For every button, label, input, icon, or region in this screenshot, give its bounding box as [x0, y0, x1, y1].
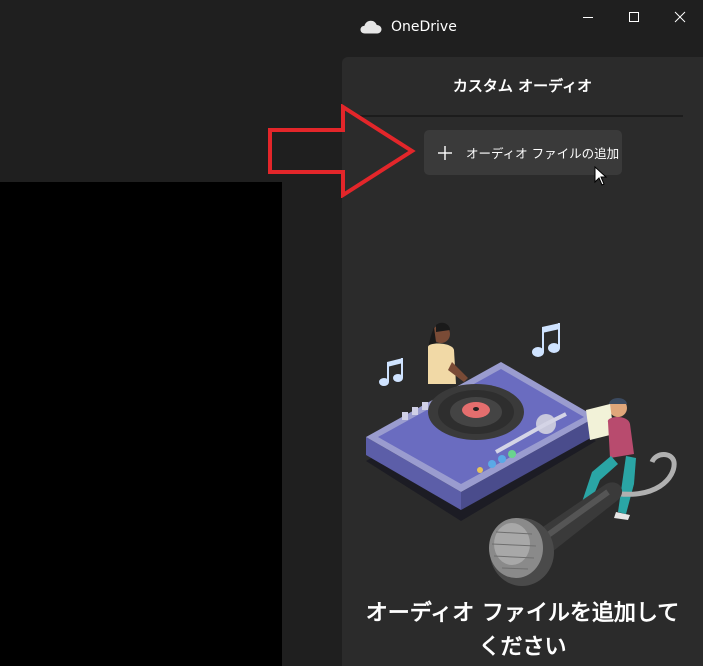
mouse-pointer-icon	[594, 166, 608, 186]
panel-title: カスタム オーディオ	[452, 77, 593, 95]
annotation-arrow-icon	[265, 104, 417, 198]
close-button[interactable]	[657, 0, 703, 34]
add-audio-file-button[interactable]: オーディオ ファイルの追加	[424, 130, 622, 175]
minimize-button[interactable]	[565, 0, 611, 34]
empty-state-illustration	[356, 312, 686, 592]
minimize-icon	[582, 11, 594, 23]
plus-icon	[437, 145, 453, 161]
maximize-icon	[628, 11, 640, 23]
close-icon	[674, 11, 686, 23]
video-preview	[0, 182, 282, 666]
window-controls	[565, 0, 703, 34]
title-bar: OneDrive	[360, 10, 457, 44]
empty-state-message: オーディオ ファイルを追加してください	[365, 601, 680, 660]
app-title: OneDrive	[391, 19, 457, 35]
maximize-button[interactable]	[611, 0, 657, 34]
add-audio-file-label: オーディオ ファイルの追加	[466, 146, 620, 161]
cloud-icon	[360, 20, 382, 34]
